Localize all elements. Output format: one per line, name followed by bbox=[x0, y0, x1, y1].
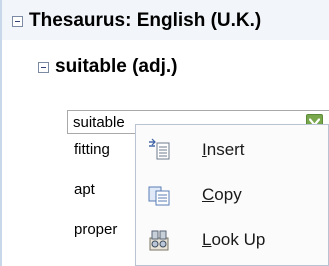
look-up-icon bbox=[149, 230, 169, 251]
synonym-item[interactable]: proper bbox=[74, 221, 117, 238]
collapse-icon[interactable] bbox=[12, 15, 23, 27]
synonym-item[interactable]: fitting bbox=[74, 141, 110, 158]
synonym-combo-value: suitable bbox=[73, 114, 125, 131]
thesaurus-pane: Thesaurus: English (U.K.) suitable (adj.… bbox=[0, 0, 329, 266]
collapse-icon[interactable] bbox=[38, 61, 49, 73]
pane-left-border bbox=[0, 0, 2, 266]
menu-item-label: Insert bbox=[202, 140, 245, 159]
menu-item-insert[interactable]: Insert bbox=[136, 133, 328, 167]
tree-entry-label: suitable (adj.) bbox=[55, 56, 178, 77]
menu-item-copy[interactable]: Copy bbox=[136, 178, 328, 212]
tree-entry-row[interactable]: suitable (adj.) bbox=[38, 56, 177, 78]
synonym-item[interactable]: apt bbox=[74, 181, 95, 198]
menu-item-look-up[interactable]: Look Up bbox=[136, 223, 328, 257]
copy-icon bbox=[148, 186, 170, 206]
menu-item-label: Copy bbox=[202, 185, 242, 204]
menu-item-label: Look Up bbox=[202, 230, 266, 249]
context-menu: Insert Copy Look Up bbox=[135, 124, 329, 266]
tree-root-label: Thesaurus: English (U.K.) bbox=[29, 10, 262, 31]
insert-icon bbox=[149, 138, 170, 160]
tree-root-row[interactable]: Thesaurus: English (U.K.) bbox=[12, 10, 261, 32]
